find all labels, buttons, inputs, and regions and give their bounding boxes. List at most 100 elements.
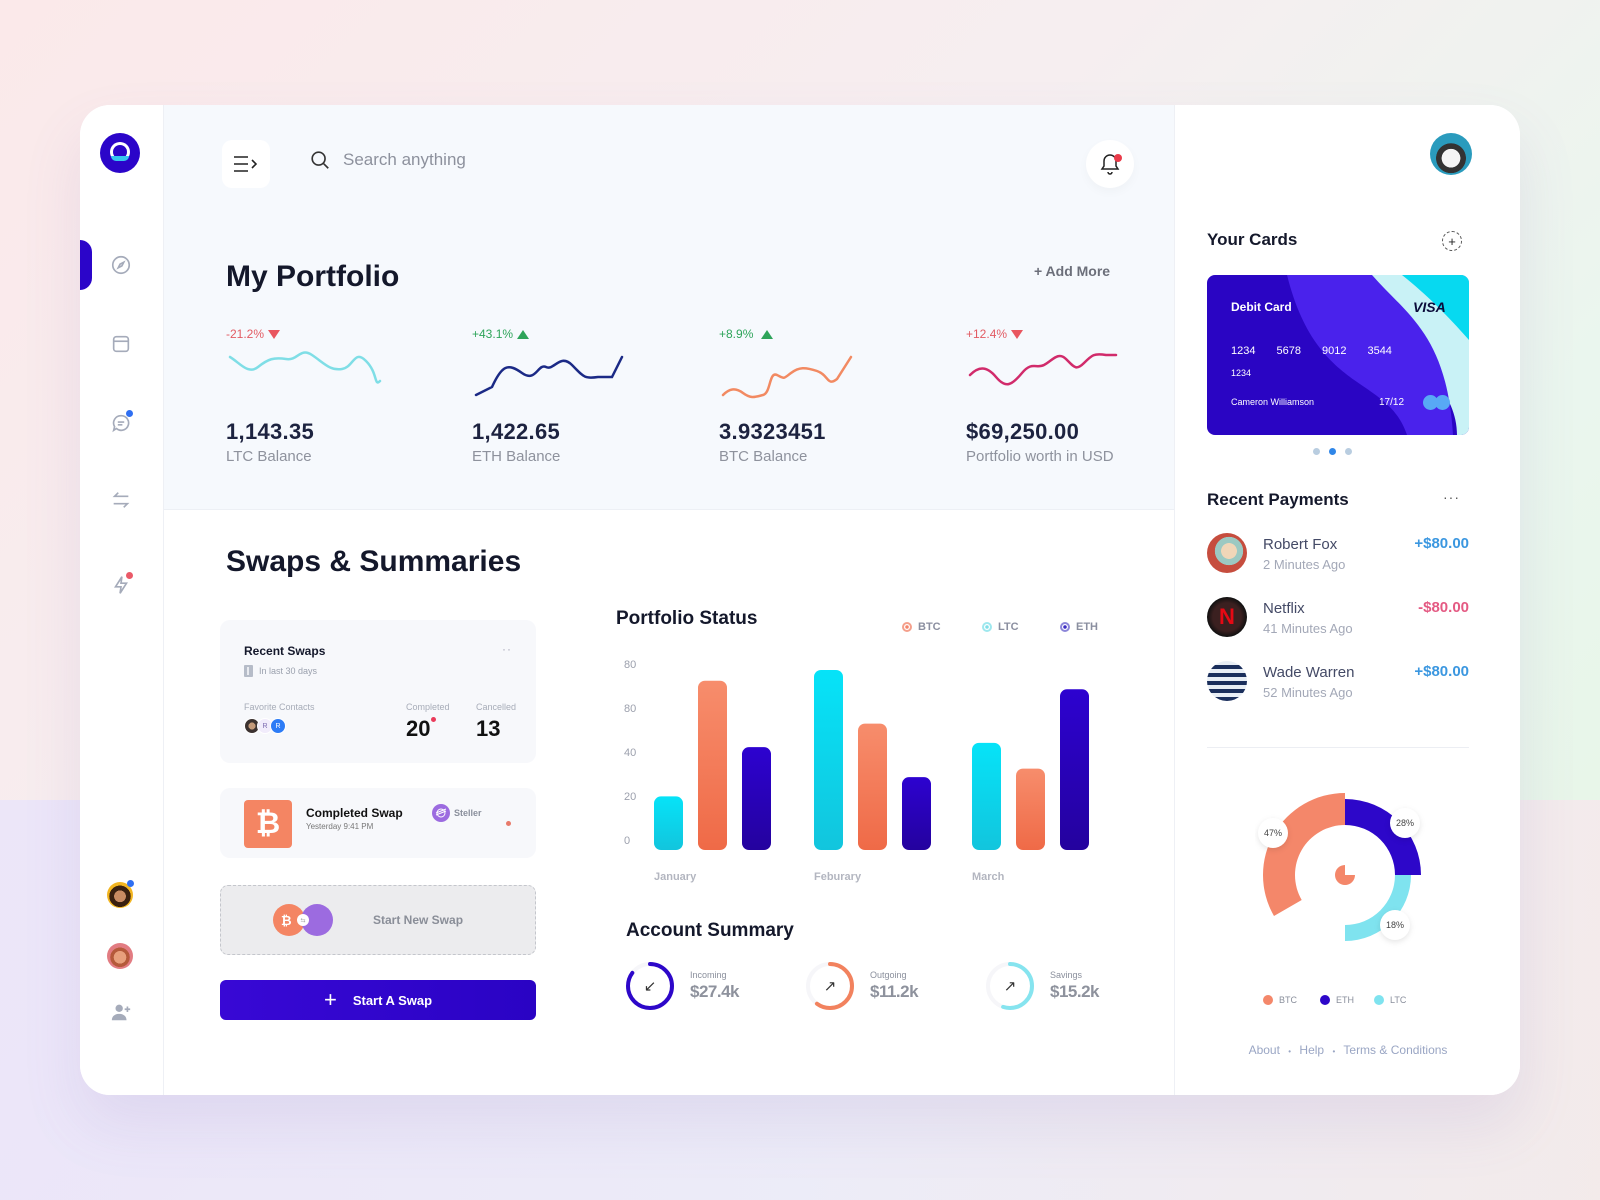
stat-usd[interactable]: +12.4% $69,250.00 Portfolio worth in USD (966, 327, 1166, 465)
sparkline (968, 353, 1118, 386)
terms-link[interactable]: Terms & Conditions (1343, 1043, 1447, 1057)
date-range-text: In last 30 days (259, 666, 318, 676)
sparkline (228, 351, 382, 384)
progress-ring: ↗ (804, 960, 856, 1012)
bar-btc[interactable] (698, 680, 727, 850)
add-more-link[interactable]: + Add More (1034, 263, 1110, 279)
bar-eth[interactable] (902, 777, 931, 850)
coin-name: Steller (454, 808, 482, 818)
sidebar-item-activity[interactable] (106, 570, 136, 600)
sidebar-item-messages[interactable] (106, 408, 136, 438)
footer-links: About • Help • Terms & Conditions (1175, 1043, 1520, 1057)
payments-more-button[interactable]: ··· (1443, 489, 1460, 505)
start-swap-button[interactable]: + Start A Swap (220, 980, 536, 1020)
mastercard-logo (1423, 395, 1451, 410)
user-avatar[interactable] (1430, 133, 1472, 175)
stellar-icon (432, 804, 450, 822)
payment-row[interactable]: Robert Fox 2 Minutes Ago +$80.00 (1207, 533, 1469, 577)
x-tick-label: January (654, 871, 697, 883)
bar-ltc[interactable] (972, 742, 1001, 850)
swap-arrows-icon (112, 492, 130, 508)
legend-dot (1060, 622, 1070, 632)
debit-card[interactable]: Debit Card VISA 1234 5678 9012 3544 1234… (1207, 275, 1469, 435)
sparkline-path (228, 351, 382, 384)
menu-toggle-button[interactable] (222, 140, 270, 188)
alert-badge (126, 572, 133, 579)
change-indicator: +43.1% (472, 327, 672, 341)
payer-avatar (1207, 533, 1247, 573)
change-value: +43.1% (472, 327, 514, 341)
notifications-button[interactable] (1086, 140, 1134, 188)
more-options-button[interactable]: ·· (502, 642, 512, 656)
cards-title: Your Cards (1207, 230, 1298, 249)
netflix-logo: N (1207, 597, 1247, 637)
sidebar-item-explore[interactable] (106, 250, 136, 280)
payment-row[interactable]: N Netflix 41 Minutes Ago -$80.00 (1207, 597, 1469, 641)
payer-name: Netflix (1263, 600, 1305, 617)
swap-time: Yesterday 9:41 PM (306, 822, 374, 831)
payment-row[interactable]: Wade Warren 52 Minutes Ago +$80.00 (1207, 661, 1469, 705)
start-new-swap-card[interactable]: ₿ ⇆ Start New Swap (220, 885, 536, 955)
completed-swap-card[interactable]: ₿ Completed Swap Yesterday 9:41 PM Stell… (220, 788, 536, 858)
stat-ltc[interactable]: -21.2% 1,143.35 LTC Balance (226, 327, 426, 465)
payment-time: 2 Minutes Ago (1263, 557, 1346, 572)
summary-label: Incoming (690, 970, 727, 980)
contact-avatar[interactable] (107, 943, 133, 969)
sidebar-item-wallet[interactable] (106, 329, 136, 359)
sidebar-item-swap[interactable] (106, 485, 136, 515)
separator: • (1288, 1047, 1292, 1056)
bar-ltc[interactable] (814, 670, 843, 850)
payer-avatar (1207, 661, 1247, 701)
legend-item-eth[interactable]: ETH (1060, 621, 1098, 633)
x-tick-label: March (972, 871, 1005, 883)
sparkline-path (721, 355, 853, 399)
pager-dot-active[interactable] (1329, 448, 1336, 455)
search-input[interactable] (343, 150, 643, 170)
bar-eth[interactable] (742, 747, 771, 850)
legend-item-btc[interactable]: BTC (902, 621, 941, 633)
app-logo[interactable] (100, 133, 140, 173)
completed-label: Completed (406, 702, 450, 712)
section-title: Account Summary (626, 920, 794, 941)
add-card-button[interactable]: + (1442, 231, 1462, 251)
bar-btc[interactable] (1016, 768, 1045, 850)
card-holder: Cameron Williamson (1231, 397, 1315, 407)
summary-incoming[interactable]: ↙ Incoming $27.4k (624, 960, 740, 1012)
legend-label: BTC (1279, 995, 1297, 1005)
stat-btc[interactable]: +8.9% 3.9323451 BTC Balance (719, 327, 919, 465)
y-tick-label: 20 (624, 791, 636, 803)
pager-dot[interactable] (1313, 448, 1320, 455)
progress-ring: ↗ (984, 960, 1036, 1012)
slice-percent: 28% (1396, 818, 1414, 828)
menu-expand-icon (234, 156, 258, 172)
divider (1207, 747, 1469, 748)
balance-label: Portfolio worth in USD (966, 448, 1114, 465)
arrow-icon: ↙ (644, 978, 657, 995)
help-link[interactable]: Help (1299, 1043, 1324, 1057)
contact-avatar[interactable] (107, 880, 134, 908)
stat-eth[interactable]: +43.1% 1,422.65 ETH Balance (472, 327, 672, 465)
bar-eth[interactable] (1060, 689, 1089, 850)
summary-outgoing[interactable]: ↗ Outgoing $11.2k (804, 960, 919, 1012)
legend-dot (1263, 995, 1273, 1005)
bar-btc[interactable] (858, 723, 887, 850)
y-tick-label: 0 (624, 835, 630, 847)
summary-value: $15.2k (1050, 982, 1100, 1001)
search-icon[interactable] (309, 149, 331, 171)
active-nav-indicator (80, 240, 92, 290)
plus-icon: + (323, 987, 337, 1012)
summary-savings[interactable]: ↗ Savings $15.2k (984, 960, 1100, 1012)
status-dot (506, 821, 511, 826)
slice-percent: 18% (1386, 920, 1404, 930)
bar-ltc[interactable] (654, 796, 683, 850)
cancelled-count: 13 (476, 716, 501, 741)
contact-avatar[interactable]: R (270, 718, 286, 734)
right-panel: Your Cards + Debit Card VISA 1234 5678 9… (1174, 105, 1520, 1095)
add-contact-button[interactable] (106, 997, 136, 1027)
donut-legend-btc: BTC (1263, 995, 1297, 1005)
bitcoin-icon: ₿ (244, 800, 292, 848)
legend-item-ltc[interactable]: LTC (982, 621, 1019, 633)
about-link[interactable]: About (1249, 1043, 1280, 1057)
pager-dot[interactable] (1345, 448, 1352, 455)
online-badge (127, 880, 134, 887)
